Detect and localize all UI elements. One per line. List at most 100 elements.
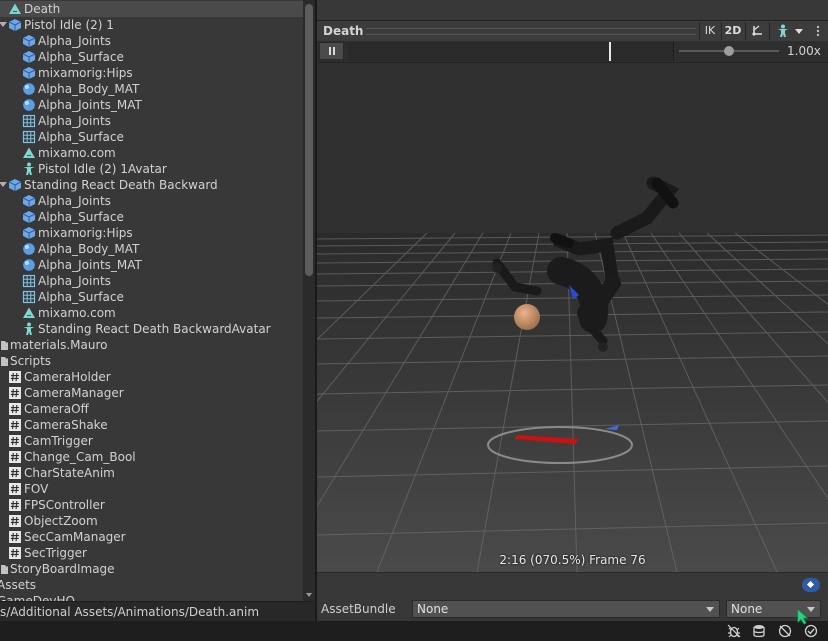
project-item-label: FOV bbox=[24, 482, 49, 496]
project-item[interactable]: Alpha_Joints bbox=[0, 113, 303, 129]
project-item[interactable]: CameraManager bbox=[0, 385, 303, 401]
project-item[interactable]: CamTrigger bbox=[0, 433, 303, 449]
prefab-cube-icon bbox=[22, 210, 36, 224]
pivot-toggle-button[interactable] bbox=[745, 22, 768, 40]
pause-button[interactable] bbox=[319, 42, 344, 60]
project-item[interactable]: Pistol Idle (2) 1 bbox=[0, 17, 303, 33]
project-item[interactable]: Alpha_Joints_MAT bbox=[0, 97, 303, 113]
project-item[interactable]: Alpha_Joints bbox=[0, 273, 303, 289]
project-item[interactable]: ObjectZoom bbox=[0, 513, 303, 529]
prefab-cube-icon bbox=[22, 194, 36, 208]
project-item[interactable]: CharStateAnim bbox=[0, 465, 303, 481]
debug-bug-icon[interactable] bbox=[727, 624, 741, 638]
csharp-script-icon bbox=[8, 530, 22, 544]
material-sphere-icon bbox=[22, 258, 36, 272]
project-item[interactable]: Alpha_Surface bbox=[0, 209, 303, 225]
project-item-label: Alpha_Joints bbox=[38, 194, 111, 208]
avatar-preview-dropdown[interactable] bbox=[769, 22, 808, 40]
project-item-label: mixamorig:Hips bbox=[38, 226, 133, 240]
project-item-label: Alpha_Joints bbox=[38, 274, 111, 288]
csharp-script-icon bbox=[8, 466, 22, 480]
project-item[interactable]: StoryBoardImage bbox=[0, 561, 303, 577]
csharp-script-icon bbox=[8, 482, 22, 496]
fold-arrow-icon[interactable] bbox=[0, 22, 7, 27]
database-icon[interactable] bbox=[752, 624, 766, 638]
project-item[interactable]: CameraShake bbox=[0, 417, 303, 433]
project-item[interactable]: GameDevHQ bbox=[0, 593, 303, 601]
project-item[interactable]: materials.Mauro bbox=[0, 337, 303, 353]
project-item-label: CameraShake bbox=[24, 418, 108, 432]
project-item-label: CamTrigger bbox=[24, 434, 93, 448]
project-item[interactable]: FOV bbox=[0, 481, 303, 497]
preview-header: Death IK 2D bbox=[317, 21, 828, 42]
project-item[interactable]: Assets bbox=[0, 577, 303, 593]
project-item[interactable]: Alpha_Surface bbox=[0, 129, 303, 145]
asset-bundle-label: AssetBundle bbox=[321, 602, 396, 616]
project-item[interactable]: Alpha_Surface bbox=[0, 289, 303, 305]
speed-slider-thumb[interactable] bbox=[724, 46, 734, 56]
2d-toggle-button[interactable]: 2D bbox=[721, 22, 744, 40]
scrollbar-thumb[interactable] bbox=[305, 4, 313, 276]
project-item[interactable]: FPSController bbox=[0, 497, 303, 513]
project-item-label: Alpha_Joints_MAT bbox=[38, 98, 142, 112]
preview-status-label: 2:16 (070.5%) Frame 76 bbox=[499, 553, 646, 567]
project-item-label: Scripts bbox=[10, 354, 52, 368]
project-item[interactable]: Death bbox=[0, 1, 303, 17]
project-item[interactable]: Standing React Death BackwardAvatar bbox=[0, 321, 303, 337]
project-scrollbar[interactable] bbox=[303, 0, 315, 601]
project-item[interactable]: Alpha_Body_MAT bbox=[0, 81, 303, 97]
chevron-down-icon bbox=[706, 607, 714, 612]
asset-label-tag-icon[interactable] bbox=[802, 578, 820, 592]
project-item[interactable]: Alpha_Joints bbox=[0, 33, 303, 49]
project-item[interactable]: CameraHolder bbox=[0, 369, 303, 385]
project-item[interactable]: Alpha_Joints bbox=[0, 193, 303, 209]
animation-preview-viewport[interactable]: 2:16 (070.5%) Frame 76 bbox=[317, 63, 828, 572]
project-item-label: materials.Mauro bbox=[10, 338, 108, 352]
scroll-down-arrow-icon[interactable] bbox=[306, 593, 312, 597]
project-item-label: GameDevHQ bbox=[0, 594, 75, 601]
pivot-icon bbox=[752, 25, 762, 36]
project-item-label: CameraHolder bbox=[24, 370, 111, 384]
ik-toggle-button[interactable]: IK bbox=[699, 22, 720, 40]
mesh-grid-icon bbox=[22, 130, 36, 144]
csharp-script-icon bbox=[8, 370, 22, 384]
project-item[interactable]: mixamo.com bbox=[0, 305, 303, 321]
project-item-label: Standing React Death Backward bbox=[24, 178, 218, 192]
prefab-cube-icon bbox=[22, 226, 36, 240]
project-item[interactable]: SecTrigger bbox=[0, 545, 303, 561]
project-item[interactable]: Scripts bbox=[0, 353, 303, 369]
project-item-label: Alpha_Surface bbox=[38, 210, 124, 224]
project-item-label: ObjectZoom bbox=[24, 514, 98, 528]
timeline-scrubber[interactable] bbox=[348, 42, 674, 61]
project-item[interactable]: Pistol Idle (2) 1Avatar bbox=[0, 161, 303, 177]
material-sphere-icon bbox=[22, 98, 36, 112]
asset-path-bar: s/Additional Assets/Animations/Death.ani… bbox=[0, 601, 315, 622]
project-item-label: FPSController bbox=[24, 498, 105, 512]
fold-arrow-icon[interactable] bbox=[0, 182, 7, 187]
network-disabled-icon[interactable] bbox=[778, 624, 792, 638]
checkmark-status-icon[interactable] bbox=[804, 624, 818, 638]
project-item[interactable]: SecCamManager bbox=[0, 529, 303, 545]
project-item-label: StoryBoardImage bbox=[10, 562, 115, 576]
preview-drag-grip[interactable] bbox=[366, 28, 696, 35]
project-item-label: Alpha_Body_MAT bbox=[38, 82, 140, 96]
project-item[interactable]: mixamorig:Hips bbox=[0, 65, 303, 81]
project-item[interactable]: Alpha_Surface bbox=[0, 49, 303, 65]
project-item-label: Standing React Death BackwardAvatar bbox=[38, 322, 271, 336]
asset-bundle-area: AssetBundle None None bbox=[317, 572, 828, 622]
project-item[interactable]: Alpha_Joints_MAT bbox=[0, 257, 303, 273]
project-item[interactable]: Alpha_Body_MAT bbox=[0, 241, 303, 257]
project-item-label: CameraOff bbox=[24, 402, 89, 416]
project-item-label: Alpha_Joints_MAT bbox=[38, 258, 142, 272]
project-item[interactable]: Change_Cam_Bool bbox=[0, 449, 303, 465]
asset-bundle-name-dropdown[interactable]: None bbox=[412, 600, 720, 618]
project-item[interactable]: Standing React Death Backward bbox=[0, 177, 303, 193]
project-item[interactable]: mixamo.com bbox=[0, 145, 303, 161]
project-item-label: mixamo.com bbox=[38, 306, 116, 320]
project-item[interactable]: CameraOff bbox=[0, 401, 303, 417]
project-item[interactable]: mixamorig:Hips bbox=[0, 225, 303, 241]
preview-menu-button[interactable] bbox=[812, 25, 824, 37]
preview-title: Death bbox=[323, 24, 364, 38]
inspector-top-area bbox=[317, 0, 828, 21]
playhead-marker[interactable] bbox=[609, 42, 611, 61]
